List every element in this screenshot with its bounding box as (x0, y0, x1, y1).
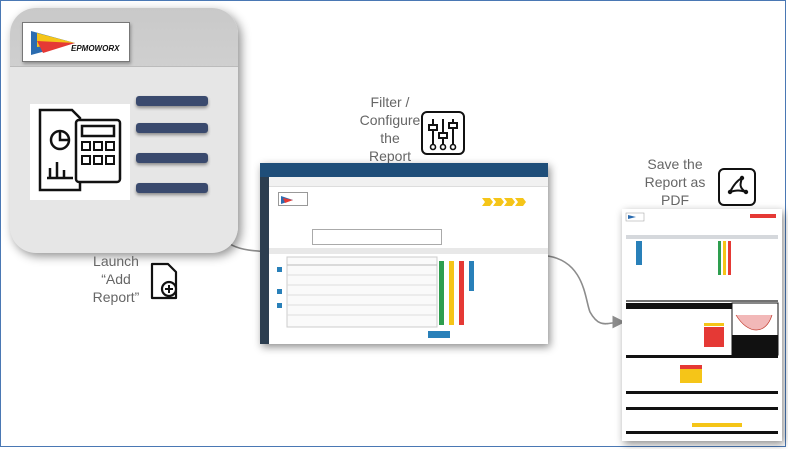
menu-bar-2[interactable] (136, 123, 208, 133)
arrow-configure-to-save (547, 255, 626, 329)
caption-launch: Launch “Add Report” (92, 253, 140, 305)
logo-badge: EPMOWORX (22, 22, 130, 62)
launcher-tile: EPMOWORX (10, 8, 238, 253)
filter-buttons[interactable] (428, 331, 450, 338)
app-sidebar (260, 177, 269, 344)
report-icon-card[interactable] (30, 104, 130, 200)
form-chevrons (482, 193, 526, 206)
pdf-report-content (625, 212, 779, 434)
filter-table (277, 256, 474, 328)
menu-bar-4[interactable] (136, 183, 208, 193)
sliders-icon (421, 111, 465, 155)
form-logo (278, 192, 308, 206)
caption-configure: Filter / Configure the Report (359, 94, 421, 164)
form-title-strip (269, 177, 548, 187)
form-description-box[interactable] (312, 229, 442, 245)
pdf-icon (718, 168, 756, 206)
logo-text: EPMOWORX (71, 44, 120, 53)
caption-save-pdf: Save the Report as PDF (644, 156, 706, 208)
app-header-bar (260, 163, 548, 177)
menu-bar-3[interactable] (136, 153, 208, 163)
add-report-screenshot (260, 163, 548, 344)
add-file-icon (148, 262, 180, 300)
report-document-icon (38, 108, 122, 192)
pdf-report-screenshot (622, 209, 782, 441)
menu-bar-1[interactable] (136, 96, 208, 106)
epmoworx-logo (31, 31, 75, 55)
form-section-strip (269, 248, 548, 254)
